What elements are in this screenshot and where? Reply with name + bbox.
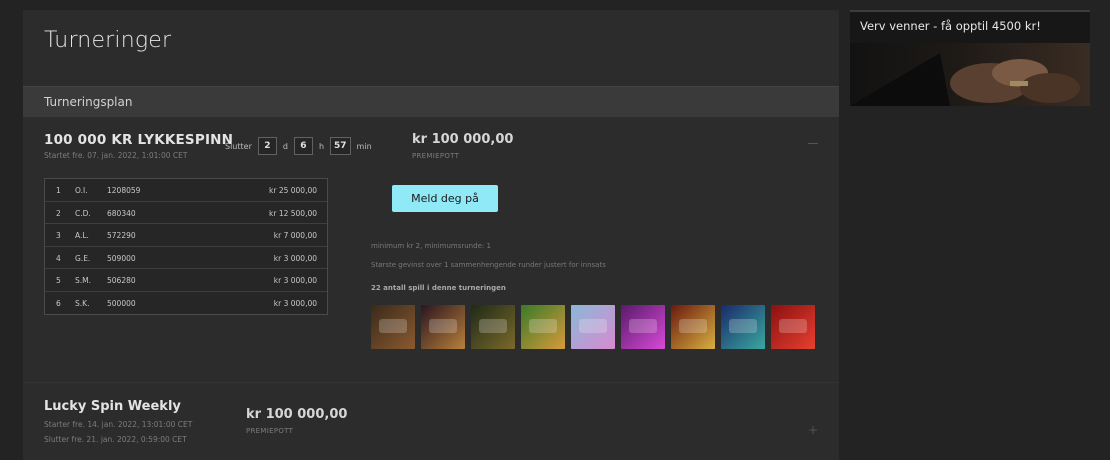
section-title: Turneringsplan [44,95,133,109]
game-logo-icon [779,319,807,333]
leaderboard-player: O.I. [75,186,88,195]
banner-title: Verv venner - få opptil 4500 kr! [860,19,1041,33]
tournament-end-date: Slutter fre. 21. jan. 2022, 0:59:00 CET [44,435,187,444]
game-thumb-9[interactable] [771,305,815,349]
game-logo-icon [579,319,607,333]
game-logo-icon [529,319,557,333]
leaderboard-rank: 3 [56,231,61,240]
prize-pool-amount: kr 100 000,00 [246,407,348,422]
leaderboard-player: C.D. [75,208,91,218]
game-logo-icon [429,319,457,333]
tournaments-panel: Turneringer Turneringsplan 100 000 KR LY… [23,10,839,460]
leaderboard-rank: 4 [56,253,61,263]
tournament-name: 100 000 KR LYKKESPINN [44,132,234,148]
game-thumb-2[interactable] [421,305,465,349]
countdown-timer: Slutter 2 d 6 h 57 min [225,137,378,155]
game-logo-icon [379,319,407,333]
tournament-start-date: Startet fre. 07. jan. 2022, 1:01:00 CET [44,151,188,160]
game-thumb-5[interactable] [571,305,615,349]
collapse-icon[interactable] [808,143,818,144]
leaderboard-row: 2 C.D. 680340 kr 12 500,00 [45,202,327,224]
leaderboard-prize: kr 25 000,00 [269,186,317,195]
leaderboard-score: 680340 [107,208,136,218]
leaderboard-score: 509000 [107,253,136,263]
prize-pool-amount: kr 100 000,00 [412,132,514,147]
game-logo-icon [679,319,707,333]
tournament-card-upcoming[interactable]: Lucky Spin Weekly Starter fre. 14. jan. … [23,382,839,460]
leaderboard-rank: 5 [56,276,61,285]
tournament-card-active: 100 000 KR LYKKESPINN Startet fre. 07. j… [23,117,839,381]
game-logo-icon [729,319,757,333]
prize-pool-label: PREMIEPOTT [412,152,460,160]
prize-pool-label: PREMIEPOTT [246,427,294,435]
countdown-hours-unit: h [318,141,325,151]
game-thumb-6[interactable] [621,305,665,349]
leaderboard-prize: kr 3 000,00 [273,253,317,263]
game-thumb-8[interactable] [721,305,765,349]
page-title: Turneringer [44,28,172,53]
games-count: 22 antall spill i denne turneringen [371,284,506,292]
countdown-minutes: 57 [330,137,351,155]
game-thumb-4[interactable] [521,305,565,349]
game-thumb-3[interactable] [471,305,515,349]
tournament-start-date: Starter fre. 14. jan. 2022, 13:01:00 CET [44,420,193,429]
game-thumb-1[interactable] [371,305,415,349]
leaderboard-rank: 1 [56,186,61,195]
leaderboard-rank: 6 [56,298,61,308]
leaderboard-player: S.K. [75,298,90,308]
leaderboard-prize: kr 3 000,00 [273,298,317,308]
game-thumbnails [371,305,815,349]
leaderboard-prize: kr 12 500,00 [269,208,317,218]
leaderboard-rank: 2 [56,208,61,218]
leaderboard-row: 5 S.M. 506280 kr 3 000,00 [45,269,327,292]
leaderboard-score: 1208059 [107,186,141,195]
expand-icon[interactable]: + [808,423,818,437]
game-logo-icon [479,319,507,333]
countdown-days: 2 [257,137,277,155]
leaderboard-row: 4 G.E. 509000 kr 3 000,00 [45,247,327,269]
refer-friends-banner[interactable]: Verv venner - få opptil 4500 kr! [850,10,1090,106]
leaderboard-score: 506280 [107,276,136,285]
leaderboard-prize: kr 3 000,00 [273,276,317,285]
banner-image [850,43,1090,106]
leaderboard-prize: kr 7 000,00 [273,231,317,240]
countdown-days-unit: d [282,141,288,151]
leaderboard-score: 572290 [107,231,136,240]
game-logo-icon [629,319,657,333]
leaderboard-table: 1 O.I. 1208059 kr 25 000,00 2 C.D. 680340 kr 12… [44,178,328,315]
section-header: Turneringsplan [23,86,839,117]
leaderboard-score: 500000 [107,298,136,308]
leaderboard-player: A.L. [75,231,89,240]
game-thumb-7[interactable] [671,305,715,349]
join-tournament-button[interactable]: Meld deg på [392,185,498,212]
leaderboard-player: S.M. [75,276,91,285]
rule-minimum-bet: minimum kr 2, minimumsrunde: 1 [371,242,491,250]
tournament-name: Lucky Spin Weekly [44,399,181,414]
countdown-label: Slutter [225,141,252,151]
countdown-minutes-unit: min [356,141,372,151]
rule-biggest-win: Største gevinst over 1 sammenhengende ru… [371,261,606,269]
leaderboard-row: 1 O.I. 1208059 kr 25 000,00 [45,179,327,202]
countdown-hours: 6 [293,137,313,155]
leaderboard-row: 6 S.K. 500000 kr 3 000,00 [45,292,327,315]
leaderboard-player: G.E. [75,253,91,263]
leaderboard-row: 3 A.L. 572290 kr 7 000,00 [45,224,327,247]
